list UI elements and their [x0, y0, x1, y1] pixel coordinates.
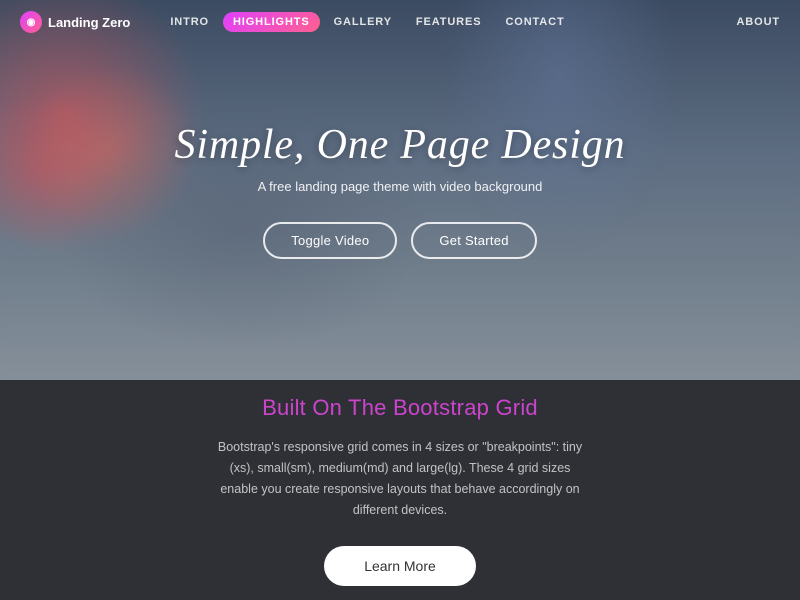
hero-content: Simple, One Page Design A free landing p…: [175, 121, 626, 259]
nav-links: INTRO HIGHLIGHTS GALLERY FEATURES CONTAC…: [160, 12, 736, 32]
section-title: Built On The Bootstrap Grid: [262, 395, 538, 421]
navbar: ◉ Landing Zero INTRO HIGHLIGHTS GALLERY …: [0, 0, 800, 44]
nav-about[interactable]: ABOUT: [736, 16, 780, 28]
logo-label: Landing Zero: [48, 15, 130, 30]
nav-link-gallery[interactable]: GALLERY: [324, 12, 402, 32]
toggle-video-button[interactable]: Toggle Video: [263, 222, 397, 259]
learn-more-button[interactable]: Learn More: [324, 546, 476, 586]
nav-link-features[interactable]: FEATURES: [406, 12, 492, 32]
nav-link-intro[interactable]: INTRO: [160, 12, 219, 32]
hero-section: Simple, One Page Design A free landing p…: [0, 0, 800, 380]
bootstrap-section: Built On The Bootstrap Grid Bootstrap's …: [0, 380, 800, 600]
nav-link-highlights[interactable]: HIGHLIGHTS: [223, 12, 320, 32]
hero-subtitle: A free landing page theme with video bac…: [175, 179, 626, 194]
nav-logo[interactable]: ◉ Landing Zero: [20, 11, 130, 33]
hero-title: Simple, One Page Design: [175, 121, 626, 169]
get-started-button[interactable]: Get Started: [411, 222, 536, 259]
hero-buttons: Toggle Video Get Started: [175, 222, 626, 259]
nav-link-contact[interactable]: CONTACT: [495, 12, 574, 32]
logo-icon: ◉: [20, 11, 42, 33]
section-body: Bootstrap's responsive grid comes in 4 s…: [210, 437, 590, 522]
